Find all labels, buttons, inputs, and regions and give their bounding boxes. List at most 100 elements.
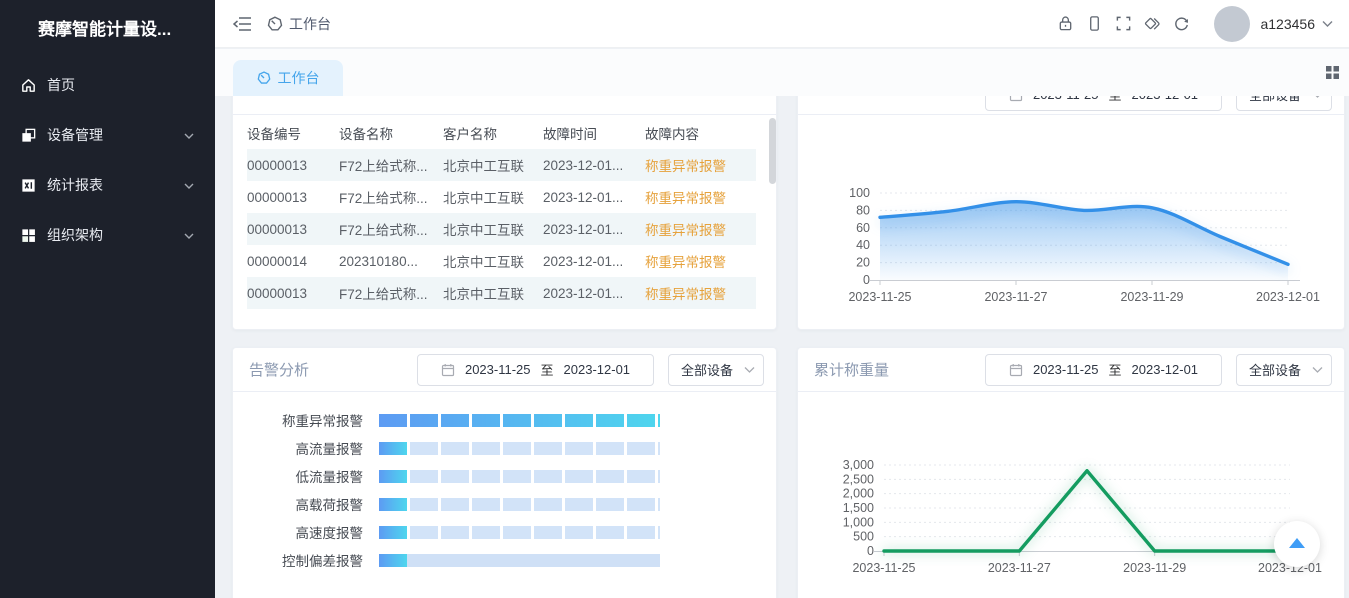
tab-label: 工作台 [278, 68, 320, 88]
date-from: 2023-11-25 [1033, 362, 1099, 377]
svg-text:2023-11-25: 2023-11-25 [852, 561, 915, 575]
column-header: 故障时间 [543, 123, 645, 143]
svg-text:2023-11-29: 2023-11-29 [1120, 290, 1183, 304]
calendar-icon [441, 363, 455, 377]
app-title: 赛摩智能计量设... [0, 0, 215, 60]
date-to: 2023-12-01 [564, 362, 631, 377]
sidebar-item-reports[interactable]: 统计报表 [0, 160, 215, 210]
username: a123456 [1260, 16, 1315, 32]
weight-card-header: 累计称重量 2023-11-25 至 2023-12-01 全部设备 [798, 348, 1344, 392]
table-cell: 称重异常报警 [645, 251, 751, 271]
date-separator: 至 [1109, 360, 1122, 379]
bar-fill [379, 554, 407, 567]
device-select[interactable]: 全部设备 [668, 354, 764, 386]
bar-row: 控制偏差报警 [233, 546, 776, 574]
svg-text:3,000: 3,000 [843, 458, 874, 472]
fullscreen-icon[interactable] [1113, 14, 1133, 34]
bar-track [379, 414, 660, 427]
trend-area-chart: 0204060801002023-11-252023-11-272023-11-… [798, 121, 1346, 331]
weight-total-card: 累计称重量 2023-11-25 至 2023-12-01 全部设备 05001… [797, 347, 1345, 598]
bar-track [379, 526, 660, 539]
svg-text:0: 0 [863, 273, 870, 287]
table-cell: 北京中工互联 [443, 251, 543, 271]
panel-title: 告警分析 [249, 359, 417, 380]
fault-card-header [233, 96, 776, 115]
svg-text:2023-11-27: 2023-11-27 [984, 290, 1047, 304]
bar-label: 控制偏差报警 [233, 550, 371, 570]
avatar[interactable] [1214, 6, 1250, 42]
sidebar-item-devices[interactable]: 设备管理 [0, 110, 215, 160]
back-top-button[interactable] [1274, 521, 1320, 567]
date-separator: 至 [1109, 96, 1122, 104]
table-cell: 2023-12-01... [543, 286, 645, 301]
svg-text:2,500: 2,500 [843, 472, 874, 486]
table-cell: 2023-12-01... [543, 190, 645, 205]
bar-label: 高流量报警 [233, 438, 371, 458]
svg-text:1,500: 1,500 [843, 501, 874, 515]
table-cell: 称重异常报警 [645, 187, 751, 207]
sidebar-item-organization[interactable]: 组织架构 [0, 210, 215, 260]
table-row[interactable]: 00000013F72上给式称...北京中工互联2023-12-01...称重异… [247, 277, 756, 309]
sidebar-item-label: 设备管理 [47, 125, 183, 145]
table-cell: 称重异常报警 [645, 219, 751, 239]
bar-track [379, 498, 660, 511]
bar-track [379, 470, 660, 483]
fault-table: 设备编号设备名称客户名称故障时间故障内容 00000013F72上给式称...北… [233, 115, 776, 309]
column-header: 故障内容 [645, 123, 751, 143]
weight-line-chart: 05001,0001,5002,0002,5003,0002023-11-252… [798, 400, 1346, 598]
date-separator: 至 [541, 360, 554, 379]
svg-text:2023-11-27: 2023-11-27 [988, 561, 1051, 575]
device-icon [20, 127, 37, 144]
bar-label: 高载荷报警 [233, 494, 371, 514]
date-from: 2023-11-25 [1033, 96, 1099, 102]
refresh-icon[interactable] [1171, 14, 1191, 34]
svg-text:40: 40 [856, 238, 870, 252]
tab-options-grid-icon[interactable] [1326, 66, 1339, 84]
fold-sidebar-icon[interactable] [231, 13, 253, 35]
svg-text:2023-12-01: 2023-12-01 [1256, 290, 1320, 304]
date-to: 2023-12-01 [1132, 362, 1199, 377]
tags-icon[interactable] [1142, 14, 1162, 34]
workbench-icon [257, 71, 271, 85]
table-header-row: 设备编号设备名称客户名称故障时间故障内容 [247, 117, 756, 149]
table-cell: F72上给式称... [339, 283, 443, 303]
date-range-picker[interactable]: 2023-11-25 至 2023-12-01 [985, 96, 1222, 111]
breadcrumb[interactable]: 工作台 [267, 14, 331, 34]
svg-text:80: 80 [856, 203, 870, 217]
device-select[interactable]: 全部设备 [1236, 96, 1332, 111]
tab-workbench[interactable]: 工作台 [233, 60, 343, 96]
up-arrow-icon [1289, 538, 1305, 548]
bar-label: 高速度报警 [233, 522, 371, 542]
date-range-picker[interactable]: 2023-11-25 至 2023-12-01 [417, 354, 654, 386]
table-row[interactable]: 00000013F72上给式称...北京中工互联2023-12-01...称重异… [247, 149, 756, 181]
chevron-down-icon [183, 179, 195, 191]
table-cell: 2023-12-01... [543, 158, 645, 173]
lock-icon[interactable] [1055, 14, 1075, 34]
mobile-icon[interactable] [1084, 14, 1104, 34]
bar-fill [379, 414, 660, 427]
select-arrow-icon [744, 366, 755, 374]
table-scrollbar[interactable] [769, 118, 776, 184]
svg-text:2023-11-25: 2023-11-25 [848, 290, 911, 304]
table-row[interactable]: 00000014202310180...北京中工互联2023-12-01...称… [247, 245, 756, 277]
svg-text:20: 20 [856, 256, 870, 270]
table-row[interactable]: 00000013F72上给式称...北京中工互联2023-12-01...称重异… [247, 213, 756, 245]
sidebar-item-home[interactable]: 首页 [0, 60, 215, 110]
alarm-bar-chart: 称重异常报警高流量报警低流量报警高载荷报警高速度报警控制偏差报警 [233, 392, 776, 574]
user-menu[interactable]: a123456 [1260, 16, 1333, 32]
panel-title: 累计称重量 [814, 359, 985, 380]
device-select[interactable]: 全部设备 [1236, 354, 1332, 386]
table-row[interactable]: 00000013F72上给式称...北京中工互联2023-12-01...称重异… [247, 181, 756, 213]
trend-card-header: 2023-11-25 至 2023-12-01 全部设备 [798, 96, 1344, 115]
date-range-picker[interactable]: 2023-11-25 至 2023-12-01 [985, 354, 1222, 386]
table-cell: 称重异常报警 [645, 155, 751, 175]
svg-text:2,000: 2,000 [843, 487, 874, 501]
table-cell: 00000013 [247, 190, 339, 205]
table-cell: 称重异常报警 [645, 283, 751, 303]
report-icon [20, 177, 37, 194]
svg-text:0: 0 [867, 544, 874, 558]
sidebar: 赛摩智能计量设... 首页 设备管理 统计报表 [0, 0, 215, 598]
chevron-down-icon [183, 129, 195, 141]
home-icon [20, 77, 37, 94]
column-header: 设备名称 [339, 123, 443, 143]
